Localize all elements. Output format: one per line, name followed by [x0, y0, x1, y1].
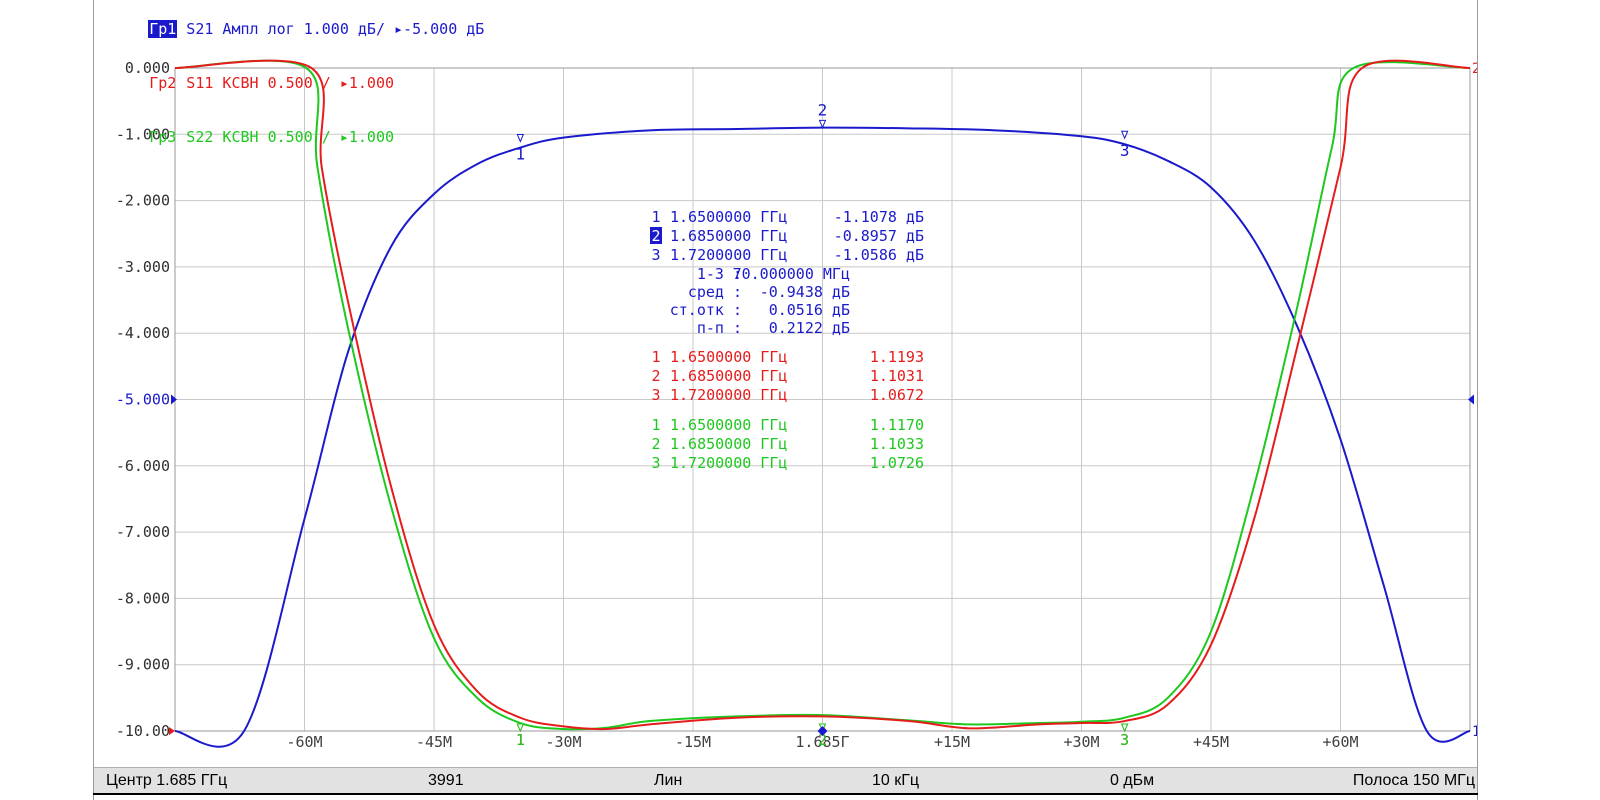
trace2-settings[interactable]: S11 КСВН 0.500 / ▸1.000 — [177, 74, 394, 92]
bottom-rule — [93, 793, 1478, 795]
readout-marker-number: 2 — [651, 227, 660, 245]
y-tick-label: -10.00 — [116, 722, 170, 740]
readout-row[interactable]: 3 1.7200000 ГГц 1.0672 — [651, 386, 924, 404]
marker-label: 2 — [818, 100, 828, 119]
readout-frequency: 1.7200000 ГГц — [670, 246, 787, 264]
readout-value: 1.0672 — [870, 386, 924, 404]
trace1-settings[interactable]: S21 Ампл лог 1.000 дБ/ ▸-5.000 дБ — [177, 20, 484, 38]
x-tick-label: -30M — [545, 733, 581, 751]
readout-value: 1.1193 — [870, 348, 924, 366]
trace3-header[interactable]: Гр3 S22 КСВН 0.500 / ▸1.000 — [94, 110, 484, 164]
readout-stat-label: сред : — [688, 283, 742, 301]
readout-marker-number: 3 — [651, 454, 660, 472]
readout-stat-value: -0.9438 дБ — [760, 283, 850, 301]
trace3-tag[interactable]: Гр3 — [148, 128, 177, 146]
readout-frequency: 1.6850000 ГГц — [670, 227, 787, 245]
reference-arrow-left-icon — [171, 394, 177, 405]
y-tick-label: -7.000 — [116, 523, 170, 541]
trace2-header[interactable]: Гр2 S11 КСВН 0.500 / ▸1.000 — [94, 56, 484, 110]
status-power[interactable]: 0 дБм — [1110, 772, 1154, 790]
marker-triangle-icon — [516, 723, 525, 733]
y-tick-label: -9.000 — [116, 656, 170, 674]
readout-row[interactable]: 2 1.6850000 ГГц 1.1031 — [651, 367, 924, 385]
readout-frequency: 1.7200000 ГГц — [670, 454, 787, 472]
readout-value: -0.8957 дБ — [834, 227, 924, 245]
reference-arrow-right-icon — [1468, 394, 1474, 405]
x-tick-label: +45M — [1193, 733, 1229, 751]
readout-value: 1.1033 — [870, 435, 924, 453]
x-tick-label: -60M — [286, 733, 322, 751]
readout-stat-value: 0.2122 дБ — [769, 319, 850, 337]
readout-frequency: 1.7200000 ГГц — [670, 386, 787, 404]
status-bar: Центр 1.685 ГГц 3991 Лин 10 кГц 0 дБм По… — [94, 767, 1477, 794]
y-tick-label: -4.000 — [116, 324, 170, 342]
vna-screen: Гр1 S21 Ампл лог 1.000 дБ/ ▸-5.000 дБ Гр… — [93, 0, 1478, 800]
marker-triangle-icon — [818, 119, 827, 129]
x-tick-label: +30M — [1063, 733, 1099, 751]
readout-value: -1.0586 дБ — [834, 246, 924, 264]
x-tick-label: +60M — [1322, 733, 1358, 751]
status-sweep-type[interactable]: Лин — [654, 772, 682, 790]
x-tick-label: +15M — [934, 733, 970, 751]
readout-value: 1.0726 — [870, 454, 924, 472]
readout-stat-value: 0.0516 дБ — [769, 301, 850, 319]
trace2-reference-arrow-icon — [169, 727, 175, 735]
readout-row[interactable]: 3 1.7200000 ГГц 1.0726 — [651, 454, 924, 472]
y-tick-label: -5.000 — [116, 391, 170, 409]
trace1-tag[interactable]: Гр1 — [148, 20, 178, 38]
readout-marker-number: 1 — [651, 416, 660, 434]
trace3-settings[interactable]: S22 КСВН 0.500 / ▸1.000 — [177, 128, 394, 146]
trace1-header[interactable]: Гр1 S21 Ампл лог 1.000 дБ/ ▸-5.000 дБ — [94, 2, 484, 56]
readout-marker-number: 1 — [651, 348, 660, 366]
readout-frequency: 1.6500000 ГГц — [670, 208, 787, 226]
x-tick-label: -45M — [416, 733, 452, 751]
readout-frequency: 1.6500000 ГГц — [670, 416, 787, 434]
y-tick-label: -2.000 — [116, 192, 170, 210]
trace2-tag[interactable]: Гр2 — [148, 74, 177, 92]
readout-row[interactable]: 1 1.6500000 ГГц -1.1078 дБ — [651, 208, 924, 226]
readout-value: -1.1078 дБ — [834, 208, 924, 226]
readout-frequency: 1.6500000 ГГц — [670, 348, 787, 366]
readout-row[interactable]: 2 1.6850000 ГГц -0.8957 дБ — [650, 227, 924, 245]
readout-marker-number: 2 — [651, 435, 660, 453]
y-tick-label: -8.000 — [116, 589, 170, 607]
status-center-frequency[interactable]: Центр 1.685 ГГц — [106, 772, 227, 790]
readout-marker-number: 3 — [651, 246, 660, 264]
readout-stat-value: 70.000000 МГц — [733, 265, 850, 283]
status-if-bandwidth[interactable]: 10 кГц — [872, 772, 919, 790]
y-tick-label: -3.000 — [116, 258, 170, 276]
readout-frequency: 1.6850000 ГГц — [670, 367, 787, 385]
status-span[interactable]: Полоса 150 МГц — [1353, 772, 1475, 790]
readout-value: 1.1170 — [870, 416, 924, 434]
readout-marker-number: 2 — [651, 367, 660, 385]
trace-headers: Гр1 S21 Ампл лог 1.000 дБ/ ▸-5.000 дБ Гр… — [94, 2, 484, 164]
readout-frequency: 1.6850000 ГГц — [670, 435, 787, 453]
readout-row[interactable]: 1 1.6500000 ГГц 1.1170 — [651, 416, 924, 434]
y-tick-label: -6.000 — [116, 457, 170, 475]
marker-label: 1 — [516, 731, 525, 749]
status-points[interactable]: 3991 — [428, 772, 464, 790]
marker-label: 1 — [516, 144, 526, 163]
readout-stat-label: п-п : — [697, 319, 742, 337]
readout-marker-number: 3 — [651, 386, 660, 404]
right-edge-trace-label: 2 — [1472, 61, 1477, 77]
marker-triangle-icon — [516, 133, 525, 143]
readout-row[interactable]: 3 1.7200000 ГГц -1.0586 дБ — [651, 246, 924, 264]
marker-label: 3 — [1120, 731, 1129, 749]
right-edge-trace-label: 1 — [1472, 724, 1477, 740]
x-tick-label: -15M — [675, 733, 711, 751]
readout-value: 1.1031 — [870, 367, 924, 385]
marker-triangle-icon — [1120, 723, 1129, 733]
readout-row[interactable]: 2 1.6850000 ГГц 1.1033 — [651, 435, 924, 453]
readout-marker-number: 1 — [651, 208, 660, 226]
readout-stat-label: ст.отк : — [670, 301, 742, 319]
marker-label: 3 — [1120, 141, 1130, 160]
readout-row[interactable]: 1 1.6500000 ГГц 1.1193 — [651, 348, 924, 366]
